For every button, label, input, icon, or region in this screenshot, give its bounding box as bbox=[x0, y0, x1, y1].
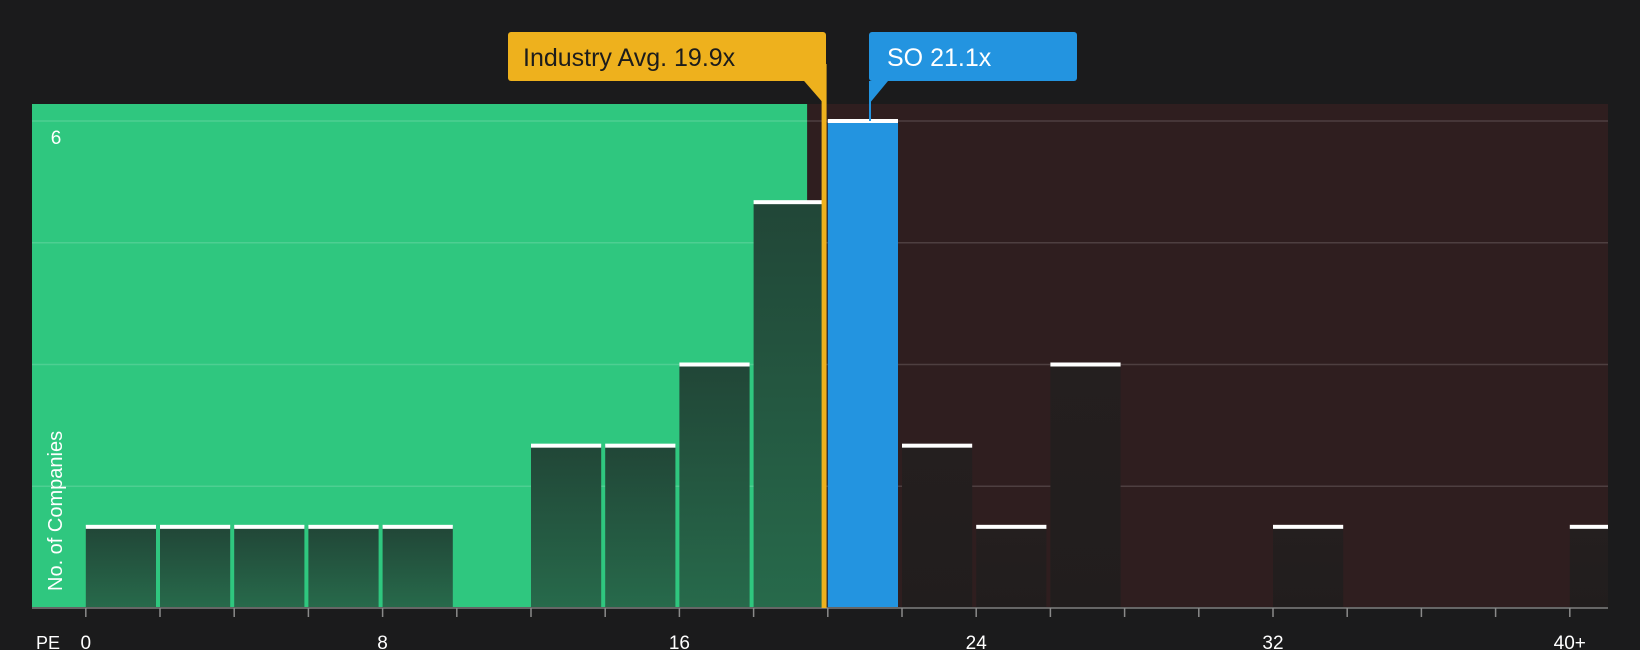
histogram-bar bbox=[753, 202, 824, 608]
company-pe-pointer bbox=[869, 81, 888, 104]
histogram-bar bbox=[160, 526, 231, 608]
company-pe-label: SO 21.1x bbox=[887, 44, 992, 72]
histogram-bar bbox=[234, 526, 305, 608]
x-tick-label: 0 bbox=[81, 633, 92, 650]
x-tick-label: 8 bbox=[377, 633, 388, 650]
bar-cap bbox=[1569, 524, 1608, 529]
histogram-bar bbox=[679, 364, 750, 608]
histogram-bar bbox=[308, 526, 379, 608]
bar-cap bbox=[753, 200, 824, 205]
histogram-bar bbox=[1050, 364, 1121, 608]
bar-cap bbox=[976, 524, 1047, 529]
histogram-bar bbox=[85, 526, 156, 608]
y-axis-label: No. of Companies bbox=[45, 431, 67, 591]
y-max-label: 6 bbox=[51, 128, 62, 149]
histogram-bar bbox=[1569, 526, 1608, 608]
histogram-bar bbox=[1273, 526, 1344, 608]
industry-avg-pointer bbox=[804, 81, 825, 104]
bar-cap bbox=[531, 443, 602, 448]
histogram-bar bbox=[531, 445, 602, 608]
x-tick-label: 16 bbox=[669, 633, 690, 650]
bar-cap bbox=[382, 524, 453, 529]
x-axis-label: PE bbox=[36, 633, 60, 650]
bar-cap bbox=[1273, 524, 1344, 529]
bar-cap bbox=[605, 443, 676, 448]
bar-cap bbox=[679, 362, 750, 367]
industry-avg-label: Industry Avg. 19.9x bbox=[523, 44, 736, 72]
x-tick-label: 24 bbox=[966, 633, 988, 650]
x-tick-label: 32 bbox=[1262, 633, 1283, 650]
x-tick-label: 40+ bbox=[1554, 633, 1586, 650]
bar-cap bbox=[85, 524, 156, 529]
histogram-bar bbox=[902, 445, 973, 608]
x-axis: 0 8 16 24 32 40+ bbox=[32, 607, 1608, 650]
histogram-bar bbox=[605, 445, 676, 608]
bar-cap bbox=[827, 119, 898, 123]
histogram-bar bbox=[382, 526, 453, 608]
histogram-bar bbox=[976, 526, 1047, 608]
bar-cap bbox=[902, 443, 973, 448]
bar-cap bbox=[234, 524, 305, 529]
bar-cap bbox=[1050, 362, 1121, 367]
bar-cap bbox=[160, 524, 231, 529]
highlighted-bar bbox=[827, 121, 898, 608]
bar-cap bbox=[308, 524, 379, 529]
pe-distribution-chart: 0 8 16 24 32 40+ 6 No. of Companies PE Indust… bbox=[32, 32, 1608, 650]
